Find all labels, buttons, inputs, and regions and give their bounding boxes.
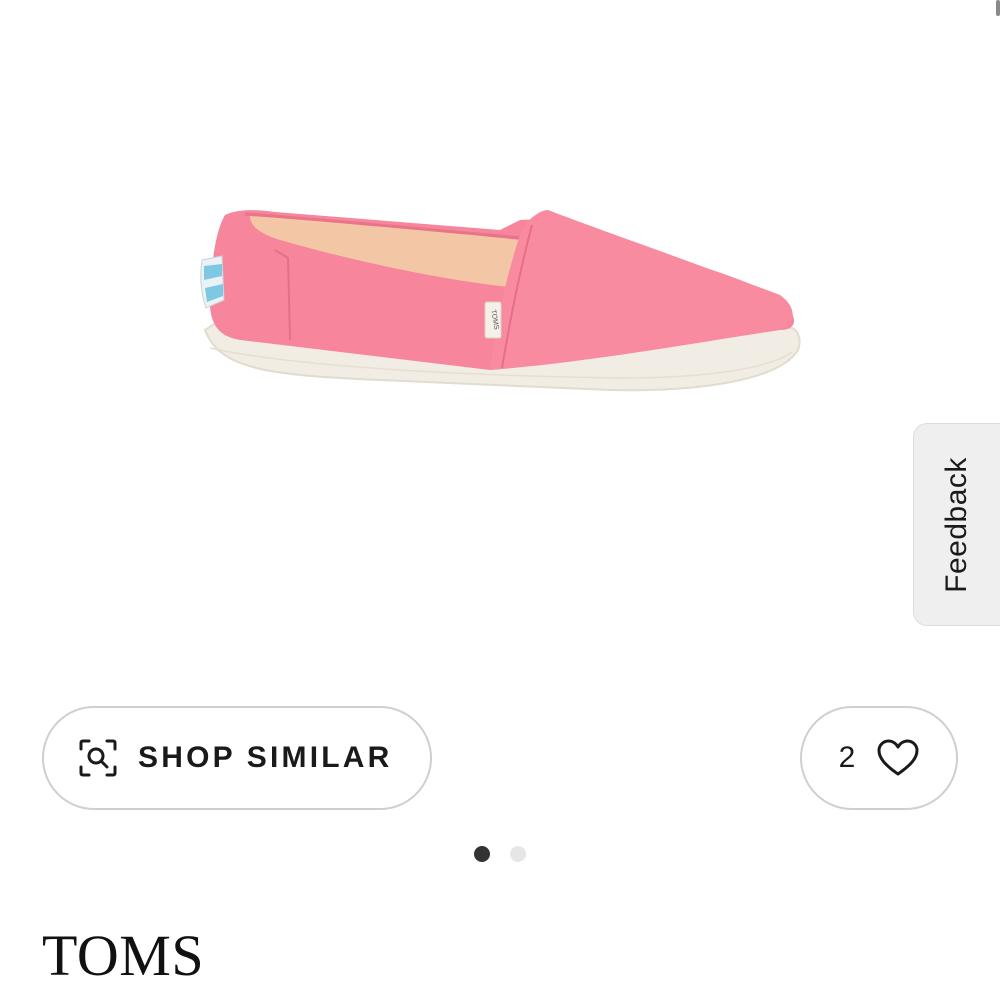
feedback-tab[interactable]: Feedback — [913, 423, 1000, 626]
scrollbar-thumb[interactable] — [996, 0, 1000, 16]
shop-similar-button[interactable]: SHOP SIMILAR — [42, 706, 432, 810]
favorite-button[interactable]: 2 — [800, 706, 958, 810]
brand-name[interactable]: TOMS — [42, 922, 204, 989]
product-page: TOMS Feedback SHOP SIMILAR 2 TOMS — [0, 0, 1000, 1000]
feedback-label: Feedback — [940, 456, 973, 593]
heart-outline-icon — [877, 739, 919, 776]
carousel-pagination — [474, 846, 526, 862]
shoe-illustration: TOMS — [200, 210, 801, 392]
shop-similar-label: SHOP SIMILAR — [138, 741, 393, 774]
product-image[interactable]: TOMS — [180, 180, 830, 440]
carousel-dot-2[interactable] — [510, 846, 526, 862]
carousel-dot-1[interactable] — [474, 846, 490, 862]
favorite-count: 2 — [838, 741, 856, 774]
visual-search-icon — [79, 739, 117, 777]
